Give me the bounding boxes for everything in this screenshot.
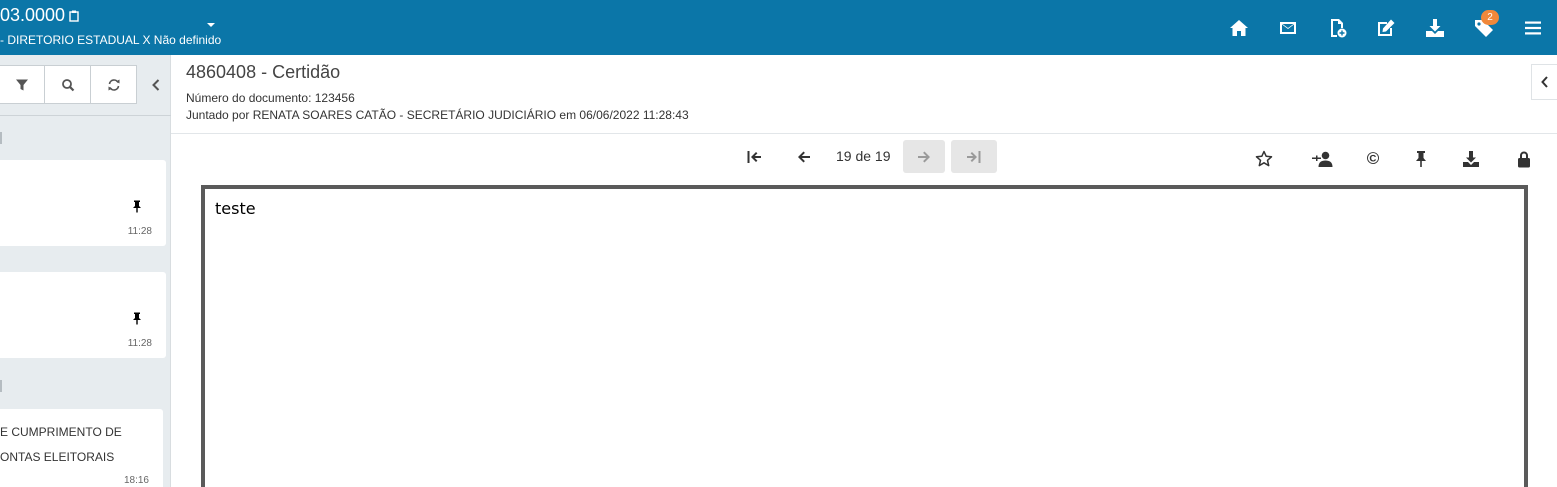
last-page-button[interactable] — [951, 140, 997, 173]
expand-right-panel-button[interactable] — [1531, 64, 1557, 100]
copy-icon[interactable] — [69, 10, 79, 22]
pin-document-button[interactable] — [1408, 146, 1434, 172]
first-page-icon — [747, 150, 761, 163]
top-bar: 03.0000 - DIRETORIO ESTADUAL X Não defin… — [0, 0, 1557, 55]
timeline-panel: 11:28 11:28 E CUMPRIMENTO DE ONTAS ELEIT… — [0, 55, 171, 487]
notification-badge: 2 — [1481, 10, 1499, 25]
refresh-icon — [108, 78, 119, 91]
document-joined-info: Juntado por RENATA SOARES CATÃO - SECRET… — [186, 108, 689, 122]
download-icon — [1425, 18, 1444, 37]
top-toolbar: 2 — [1214, 0, 1557, 55]
pin-icon — [1416, 151, 1426, 167]
edit-button[interactable] — [1361, 0, 1410, 55]
filter-button[interactable] — [0, 65, 45, 104]
process-number-text: 03.0000 — [0, 5, 66, 25]
download-document-button[interactable] — [1458, 146, 1484, 172]
messages-button[interactable] — [1263, 0, 1312, 55]
page-indicator: 19 de 19 — [836, 148, 891, 164]
timeline-item[interactable]: 11:28 — [0, 272, 166, 358]
timeline-item-title: E CUMPRIMENTO DE — [0, 425, 122, 439]
filter-icon — [16, 79, 28, 90]
arrow-right-icon — [918, 151, 930, 162]
download-button[interactable] — [1410, 0, 1459, 55]
favorite-button[interactable] — [1251, 146, 1277, 172]
menu-button[interactable] — [1508, 0, 1557, 55]
envelope-icon — [1279, 21, 1296, 34]
copyright-button[interactable]: © — [1360, 146, 1386, 172]
home-button[interactable] — [1214, 0, 1263, 55]
search-button[interactable] — [45, 65, 91, 104]
add-user-button[interactable] — [1307, 146, 1337, 172]
download-icon — [1463, 151, 1479, 167]
pin-icon[interactable] — [132, 312, 142, 325]
file-add-icon — [1330, 18, 1346, 37]
day-marker — [0, 380, 2, 392]
menu-icon — [1524, 21, 1541, 34]
pin-icon[interactable] — [132, 200, 142, 213]
document-content: teste — [215, 199, 256, 218]
home-icon — [1229, 19, 1248, 36]
timeline-item-time: 18:16 — [123, 475, 149, 486]
tags-button[interactable]: 2 — [1459, 0, 1508, 55]
document-navigation: 19 de 19 © — [171, 134, 1557, 180]
add-user-icon — [1312, 151, 1333, 167]
arrow-left-icon — [798, 151, 810, 162]
timeline-item[interactable]: E CUMPRIMENTO DE ONTAS ELEITORAIS 18:16 — [0, 409, 163, 487]
edit-icon — [1377, 19, 1394, 36]
collapse-left-icon[interactable] — [148, 77, 164, 93]
document-viewer[interactable]: teste — [201, 185, 1528, 487]
new-document-button[interactable] — [1312, 0, 1361, 55]
timeline-toolbar — [0, 65, 137, 104]
lock-button[interactable] — [1511, 146, 1537, 172]
star-icon — [1255, 150, 1273, 167]
timeline-item-time: 11:28 — [127, 338, 152, 349]
next-page-button[interactable] — [903, 140, 945, 173]
last-page-icon — [967, 150, 981, 163]
chevron-left-icon — [1540, 76, 1548, 88]
document-header: 4860408 - Certidão Número do documento: … — [171, 55, 1557, 134]
lock-icon — [1518, 151, 1530, 168]
search-icon — [61, 78, 74, 91]
divider — [0, 115, 171, 116]
caret-down-icon[interactable] — [205, 20, 217, 30]
timeline-item-time: 11:28 — [127, 226, 152, 237]
previous-page-button[interactable] — [781, 140, 827, 173]
document-title: 4860408 - Certidão — [186, 62, 341, 82]
timeline-item-title: ONTAS ELEITORAIS — [0, 450, 115, 464]
process-number[interactable]: 03.0000 — [0, 5, 79, 26]
timeline-item[interactable]: 11:28 — [0, 160, 166, 246]
copyright-icon: © — [1366, 149, 1380, 168]
first-page-button[interactable] — [731, 140, 777, 173]
process-parties: - DIRETORIO ESTADUAL X Não definido — [0, 33, 222, 47]
document-number: Número do documento: 123456 — [186, 91, 355, 105]
day-marker — [0, 132, 2, 144]
refresh-button[interactable] — [91, 65, 137, 104]
